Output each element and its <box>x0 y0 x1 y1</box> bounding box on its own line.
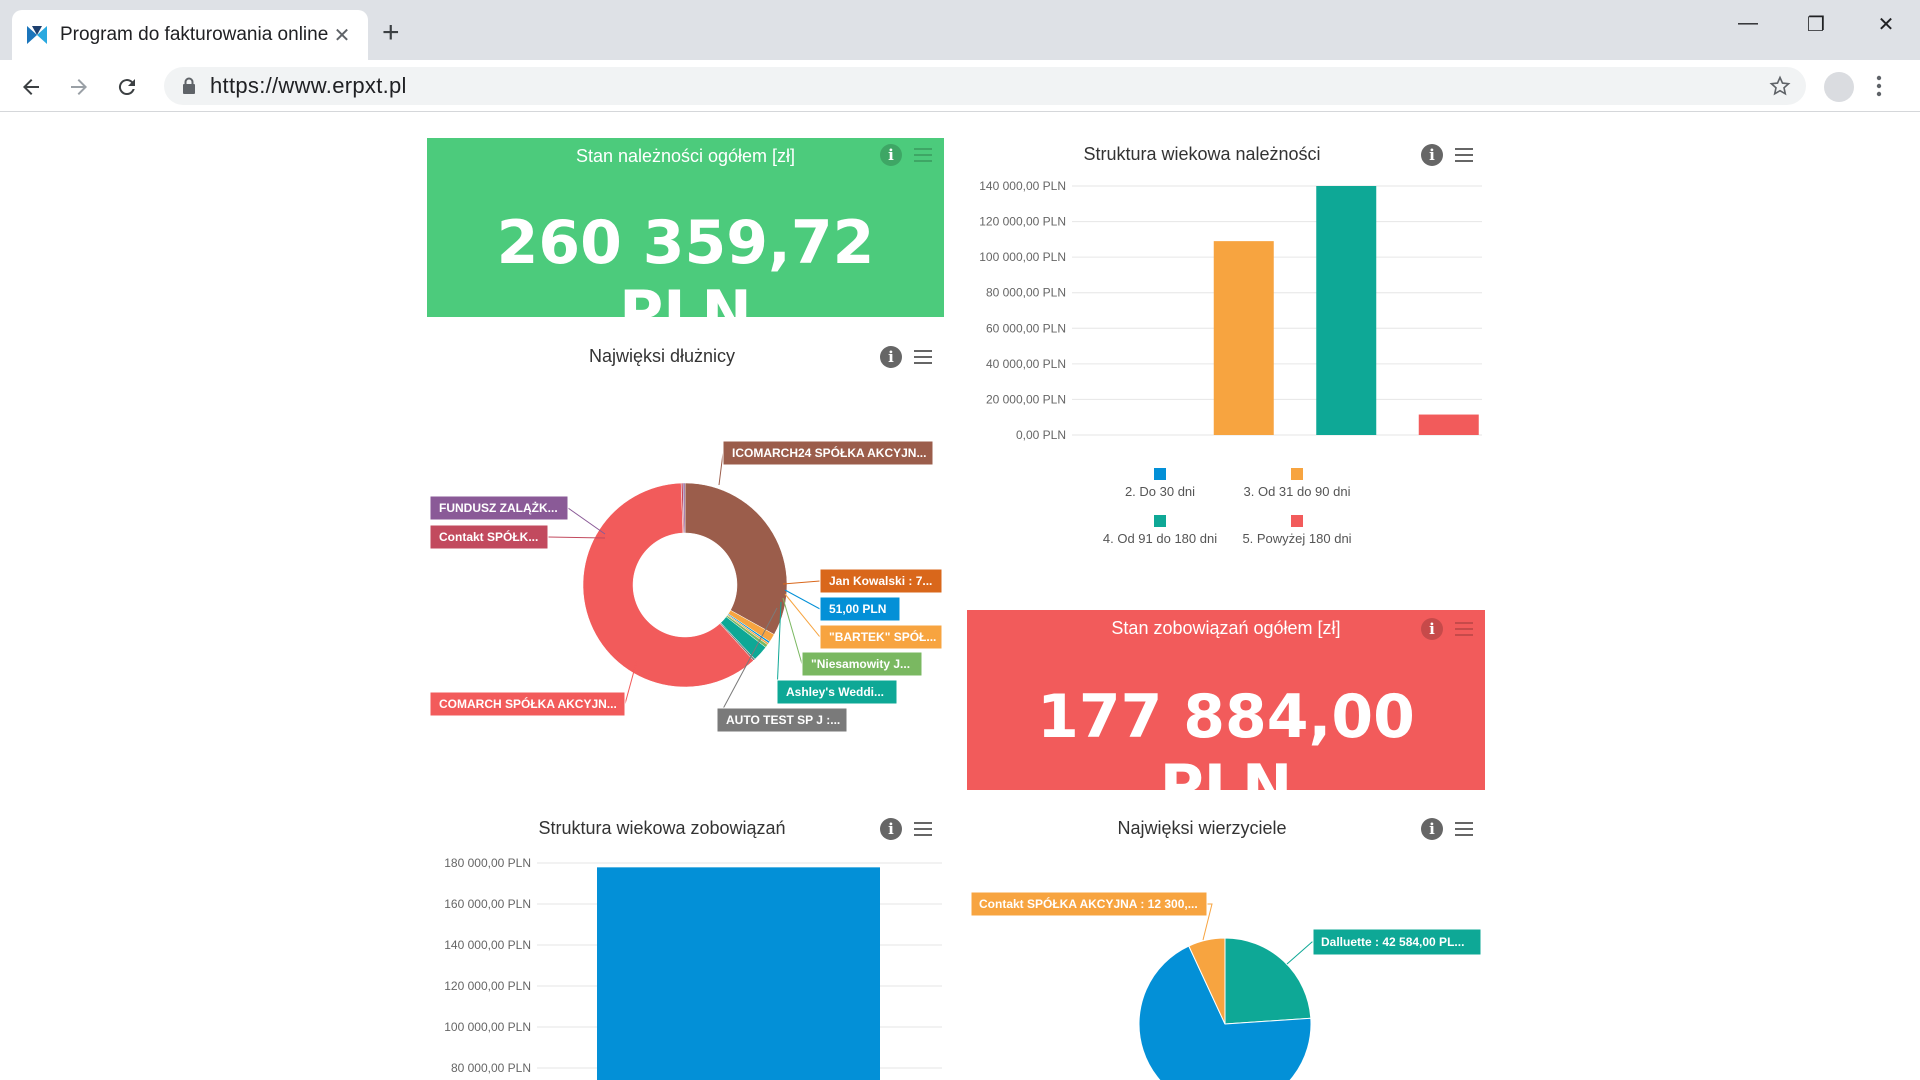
debtors-donut-chart: ICOMARCH24 SPÓŁKA AKCYJN... FUNDUSZ ZALĄŻ… <box>429 440 943 733</box>
y-tick-label: 40 000,00 PLN <box>986 357 1066 371</box>
payables-total-card: Stan zobowiązań ogółem [zł] 177 884,00 P… <box>967 610 1485 822</box>
y-tick-label: 80 000,00 PLN <box>451 1061 531 1075</box>
data-label: Jan Kowalski : 7... <box>829 574 932 588</box>
legend-label: 4. Od 91 do 180 dni <box>1103 531 1217 546</box>
data-label: "BARTEK" SPÓŁ... <box>829 629 936 644</box>
legend-label: 2. Do 30 dni <box>1125 484 1195 499</box>
y-tick-label: 120 000,00 PLN <box>979 215 1066 229</box>
y-tick-label: 100 000,00 PLN <box>979 250 1066 264</box>
legend-swatch <box>1154 468 1166 480</box>
creditors-chart-panel: Najwięksi wierzyciele i Contakt SPÓŁKA A… <box>967 812 1485 1080</box>
close-window-icon[interactable]: ✕ <box>1866 12 1906 37</box>
new-tab-button[interactable]: + <box>382 18 400 48</box>
data-label: Contakt SPÓŁK... <box>439 529 538 544</box>
y-tick-label: 0,00 PLN <box>1016 428 1066 442</box>
data-label: "Niesamowity J... <box>811 657 910 671</box>
label-connector <box>567 507 606 535</box>
label-connector <box>782 580 821 585</box>
erpxt-favicon-icon <box>27 26 47 44</box>
lock-icon <box>183 77 195 94</box>
payables-total-title: Stan zobowiązań ogółem [zł] <box>1111 618 1341 638</box>
data-label: Ashley's Weddi... <box>786 685 884 699</box>
profile-avatar[interactable] <box>1824 72 1854 102</box>
receivables-age-chart-panel: Struktura wiekowa należności i 140 000,0… <box>967 138 1485 568</box>
close-tab-icon[interactable]: ✕ <box>330 23 354 48</box>
y-tick-label: 180 000,00 PLN <box>444 856 531 870</box>
bar <box>1418 414 1479 435</box>
restore-window-icon[interactable]: ❐ <box>1796 12 1836 37</box>
bookmark-star-icon[interactable] <box>1768 74 1792 98</box>
donut-slice <box>684 482 788 635</box>
arrow-right-icon <box>71 79 87 95</box>
more-options-icon[interactable] <box>1876 74 1882 98</box>
url-text: https://www.erpxt.pl <box>210 73 407 98</box>
menu-icon[interactable] <box>914 148 932 162</box>
receivables-age-bar-chart: 140 000,00 PLN 120 000,00 PLN 100 000,00 P… <box>979 179 1482 546</box>
y-tick-label: 160 000,00 PLN <box>444 897 531 911</box>
bar <box>597 867 880 1080</box>
label-connector <box>1286 941 1315 965</box>
tab-title: Program do fakturowania online <box>60 24 329 45</box>
label-connector <box>718 452 724 486</box>
browser-toolbar: https://www.erpxt.pl <box>0 60 1920 112</box>
payables-card-actions: i <box>1421 618 1473 640</box>
payables-total-value: 177 884,00 PLN <box>1037 682 1415 822</box>
payables-age-bar-chart: 180 000,00 PLN 160 000,00 PLN 140 000,00 P… <box>444 856 942 1080</box>
label-connector <box>784 589 821 610</box>
legend-swatch <box>1291 468 1303 480</box>
label-connector <box>782 597 803 665</box>
y-tick-label: 80 000,00 PLN <box>986 286 1066 300</box>
pie-slice <box>1224 937 1312 1025</box>
info-icon[interactable]: i <box>880 144 902 166</box>
data-label: COMARCH SPÓŁKA AKCYJN... <box>439 696 617 711</box>
tab-strip: Program do fakturowania online ✕ + — ❐ ✕ <box>0 0 1920 60</box>
receivables-total-card: Stan należności ogółem [zł] 260 359,72 P… <box>427 138 944 348</box>
minimize-icon[interactable]: — <box>1728 12 1768 35</box>
legend-label: 5. Powyżej 180 dni <box>1242 531 1351 546</box>
data-label: FUNDUSZ ZALĄŻK... <box>439 500 558 515</box>
y-tick-label: 140 000,00 PLN <box>979 179 1066 193</box>
legend-swatch <box>1291 515 1303 527</box>
data-label: AUTO TEST SP J :... <box>726 713 840 727</box>
back-button[interactable] <box>14 70 48 104</box>
receivables-total-title: Stan należności ogółem [zł] <box>575 146 796 166</box>
creditors-pie-chart: Contakt SPÓŁKA AKCYJNA : 12 300,... Dallu… <box>970 891 1482 1080</box>
y-tick-label: 140 000,00 PLN <box>444 938 531 952</box>
debtors-chart-panel: Najwięksi dłużnicy i ICOMARCH24 SPÓŁKA A… <box>427 340 944 760</box>
reload-button[interactable] <box>110 70 144 104</box>
label-connector <box>784 593 821 638</box>
address-bar[interactable]: https://www.erpxt.pl <box>164 67 1806 105</box>
receivables-total-value: 260 359,72 PLN <box>496 208 875 348</box>
legend-swatch <box>1154 515 1166 527</box>
arrow-left-icon <box>23 79 39 95</box>
data-label: 51,00 PLN <box>829 602 886 616</box>
data-label: Dalluette : 42 584,00 PL... <box>1321 935 1464 949</box>
y-tick-label: 120 000,00 PLN <box>444 979 531 993</box>
y-tick-label: 20 000,00 PLN <box>986 392 1066 406</box>
legend-label: 3. Od 31 do 90 dni <box>1244 484 1351 499</box>
forward-button[interactable] <box>62 70 96 104</box>
payables-age-chart-panel: Struktura wiekowa zobowiązań i 180 000,0… <box>427 812 944 1080</box>
data-label: Contakt SPÓŁKA AKCYJNA : 12 300,... <box>979 896 1198 911</box>
bar <box>1316 186 1377 435</box>
menu-icon[interactable] <box>1455 622 1473 636</box>
browser-tab[interactable]: Program do fakturowania online ✕ <box>12 10 368 60</box>
bar <box>1213 241 1274 435</box>
info-icon[interactable]: i <box>1421 618 1443 640</box>
y-tick-label: 60 000,00 PLN <box>986 321 1066 335</box>
y-tick-label: 100 000,00 PLN <box>444 1020 531 1034</box>
reload-icon <box>118 79 135 96</box>
receivables-card-actions: i <box>880 144 932 166</box>
data-label: ICOMARCH24 SPÓŁKA AKCYJN... <box>732 445 926 460</box>
